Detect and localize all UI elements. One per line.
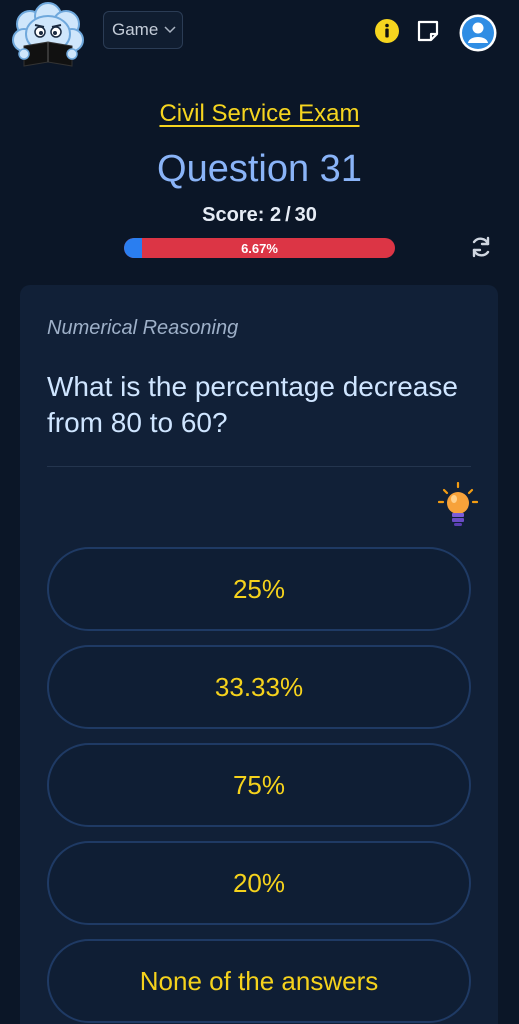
score-label: Score: — [202, 204, 265, 226]
score-total: 30 — [294, 204, 317, 226]
lightbulb-icon[interactable] — [437, 481, 479, 528]
question-card: Numerical Reasoning What is the percenta… — [20, 285, 498, 1024]
question-category: Numerical Reasoning — [47, 317, 239, 339]
answer-option-3[interactable]: 75% — [47, 743, 471, 827]
progress-percent-label: 6.67% — [241, 240, 278, 256]
notes-icon[interactable] — [415, 18, 441, 44]
refresh-icon[interactable] — [468, 234, 494, 260]
info-icon[interactable] — [374, 18, 400, 44]
answer-option-5[interactable]: None of the answers — [47, 939, 471, 1023]
divider — [47, 466, 471, 467]
answer-option-1[interactable]: 25% — [47, 547, 471, 631]
exam-title-link[interactable]: Civil Service Exam — [0, 100, 519, 128]
progress-bar: 6.67% — [124, 238, 395, 258]
score-value: 2 — [269, 204, 282, 226]
quiz-page: Game Civil Service Exam Question 31 Scor… — [0, 0, 519, 1024]
game-mode-dropdown[interactable]: Game — [103, 11, 183, 49]
answer-option-2[interactable]: 33.33% — [47, 645, 471, 729]
chevron-down-icon — [164, 26, 176, 34]
brain-mascot-logo[interactable] — [10, 2, 86, 74]
game-dropdown-label: Game — [112, 20, 159, 39]
answer-option-4[interactable]: 20% — [47, 841, 471, 925]
score-display: Score: 2/30 — [202, 204, 317, 226]
question-text: What is the percentage decrease from 80 … — [47, 371, 458, 438]
question-number-heading: Question 31 — [157, 148, 362, 190]
user-avatar-icon[interactable] — [458, 13, 498, 53]
